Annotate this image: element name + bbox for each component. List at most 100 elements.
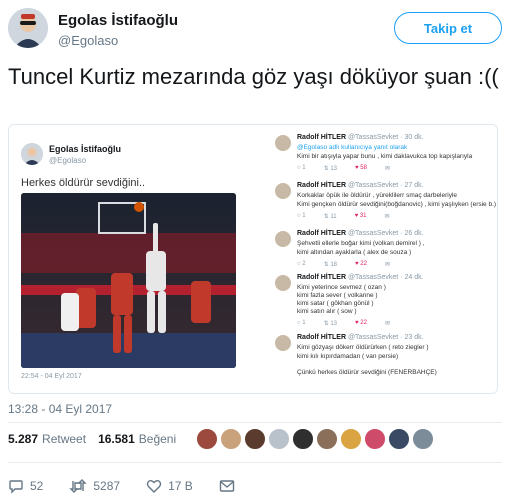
like-stat[interactable]: 16.581 Beğeni [98, 432, 176, 446]
reply-icon [9, 480, 23, 494]
tweet-text: Tuncel Kurtiz mezarında göz yaşı döküyor… [8, 64, 499, 89]
liker-avatar[interactable] [196, 428, 218, 450]
liker-avatar[interactable] [292, 428, 314, 450]
mail-icon: ✉ [384, 166, 390, 172]
reply-header: Radolf HİTLER @TassasSevket · 24 dk. [297, 274, 424, 281]
reply-line: Çünkü herkes öldürür sevdiğini (FENERBAH… [297, 369, 437, 376]
reply-line: Kimi bir atışıyla yapar bunu , kimi dakl… [297, 153, 473, 160]
tweet-actions: 52 5287 17 B [8, 478, 267, 494]
retweet-button[interactable]: 5287 [69, 478, 120, 494]
retweet-count: ⇅ 13 [323, 166, 338, 172]
reply-name: Radolf HİTLER [297, 274, 346, 281]
embedded-avatar [21, 143, 43, 165]
reply-actions: ○ 1 ⇅ 11 ♥ 31 ✉ [297, 213, 390, 220]
liker-avatar[interactable] [412, 428, 434, 450]
embedded-date: 22:54 - 04 Eyl 2017 [21, 373, 82, 380]
author-display-name[interactable]: Egolas İstifaoğlu [58, 12, 178, 29]
envelope-icon [219, 480, 234, 492]
author-handle[interactable]: @Egolaso [58, 33, 118, 48]
reply-item: Radolf HİTLER @TassasSevket · 26 dk. Şeh… [273, 229, 493, 273]
message-button[interactable] [219, 479, 241, 493]
basketball-photo [21, 193, 236, 368]
liker-avatar[interactable] [244, 428, 266, 450]
reply-meta: @TassasSevket · 24 dk. [347, 274, 424, 281]
reply-line: kimi fazla sever ( volkanne ) [297, 292, 378, 299]
reply-avatar [275, 275, 291, 291]
reply-line: Kimi gençken öldürür sevdiğini(boğdanovi… [297, 201, 497, 208]
reply-meta: @TassasSevket · 27 dk. [347, 182, 424, 189]
liker-avatar[interactable] [364, 428, 386, 450]
reply-meta: @TassasSevket · 30 dk. [347, 134, 424, 141]
embedded-text: Herkes öldürür sevdiğini.. [21, 177, 146, 189]
reply-avatar [275, 231, 291, 247]
reply-line: Korkaklar öpük ile öldürür , yüreklilerr… [297, 192, 458, 199]
reply-header: Radolf HİTLER @TassasSevket · 30 dk. [297, 134, 424, 141]
reply-button[interactable]: 52 [8, 478, 43, 494]
reply-thread: Radolf HİTLER @TassasSevket · 30 dk. @Eg… [273, 133, 497, 389]
reply-name: Radolf HİTLER [297, 334, 346, 341]
retweet-count: ⇅ 13 [323, 321, 338, 327]
liker-avatar[interactable] [340, 428, 362, 450]
reply-count: ○ 1 [297, 165, 306, 171]
reply-actions: ○ 1 ⇅ 13 ♥ 22 ✉ [297, 320, 390, 327]
mail-icon: ✉ [384, 214, 390, 220]
embedded-handle: @Egolaso [49, 156, 87, 165]
reply-avatar [275, 183, 291, 199]
retweet-stat[interactable]: 5.287 Retweet [8, 432, 86, 446]
liker-avatar[interactable] [220, 428, 242, 450]
reply-avatar [275, 335, 291, 351]
reply-line: @Egolaso adlı kullanıcıya yanıt olarak [297, 144, 408, 151]
author-avatar[interactable] [8, 8, 48, 48]
reply-meta: @TassasSevket · 26 dk. [347, 230, 424, 237]
tweet-header: Egolas İstifaoğlu @Egolaso Takip et [8, 6, 502, 54]
reply-actions: ○ 1 ⇅ 13 ♥ 58 ✉ [297, 165, 390, 172]
reply-count: ○ 1 [297, 320, 306, 326]
reply-count: 52 [30, 479, 44, 493]
liker-avatar[interactable] [388, 428, 410, 450]
retweet-count: 5287 [93, 479, 121, 493]
reply-name: Radolf HİTLER [297, 182, 346, 189]
reply-line: kimi altından ayaklarla ( alex de souza … [297, 249, 412, 256]
like-button[interactable]: 17 B [146, 478, 193, 494]
retweet-icon [69, 479, 88, 493]
reply-avatar [275, 135, 291, 151]
like-count: ♥ 31 [354, 213, 367, 219]
reply-count: ○ 2 [297, 261, 306, 267]
reply-meta: @TassasSevket · 23 dk. [347, 334, 424, 341]
embedded-name: Egolas İstifaoğlu [49, 144, 122, 154]
heart-icon [146, 480, 162, 493]
liker-avatar[interactable] [316, 428, 338, 450]
reply-line: Kimi gözyaşı dökerr öldürürken ( reto zi… [297, 344, 429, 351]
tweet-media[interactable]: Egolas İstifaoğlu @Egolaso Herkes öldürü… [8, 124, 498, 394]
reply-item: Radolf HİTLER @TassasSevket · 30 dk. @Eg… [273, 133, 493, 183]
reply-name: Radolf HİTLER [297, 134, 346, 141]
mail-icon: ✉ [384, 262, 390, 268]
like-count: ♥ 22 [355, 261, 367, 267]
reply-actions: ○ 2 ⇅ 18 ♥ 22 ✉ [297, 261, 390, 268]
reply-line: kimi kılı kıpırdamadan ( van persie) [297, 353, 399, 360]
reply-line: Kimi yeterince sevmez ( ozan ) [297, 284, 386, 291]
reply-header: Radolf HİTLER @TassasSevket · 23 dk. [297, 334, 424, 341]
like-count: ♥ 58 [355, 165, 367, 171]
reply-item: Radolf HİTLER @TassasSevket · 23 dk. Kim… [273, 333, 493, 389]
reply-line: Şehvetli ellerle boğar kimi (volkan demi… [297, 240, 425, 247]
reply-header: Radolf HİTLER @TassasSevket · 26 dk. [297, 230, 424, 237]
follow-button[interactable]: Takip et [394, 12, 502, 44]
embedded-tweet: Egolas İstifaoğlu @Egolaso Herkes öldürü… [9, 125, 269, 393]
mail-icon: ✉ [384, 321, 390, 327]
liker-avatar[interactable] [268, 428, 290, 450]
like-count: ♥ 22 [355, 320, 367, 326]
reply-name: Radolf HİTLER [297, 230, 346, 237]
tweet-stats: 5.287 Retweet 16.581 Beğeni [8, 432, 188, 446]
reply-item: Radolf HİTLER @TassasSevket · 24 dk. Kim… [273, 273, 493, 335]
divider [8, 422, 502, 423]
reply-line: kimi satın alır ( sow ) [297, 308, 357, 315]
retweet-count: ⇅ 18 [323, 262, 338, 268]
tweet-timestamp[interactable]: 13:28 - 04 Eyl 2017 [8, 402, 112, 416]
reply-header: Radolf HİTLER @TassasSevket · 27 dk. [297, 182, 424, 189]
like-count: 17 B [168, 479, 193, 493]
reply-item: Radolf HİTLER @TassasSevket · 27 dk. Kor… [273, 181, 497, 231]
liker-avatars[interactable] [196, 428, 434, 450]
divider [8, 462, 502, 463]
retweet-count: ⇅ 11 [323, 214, 337, 220]
